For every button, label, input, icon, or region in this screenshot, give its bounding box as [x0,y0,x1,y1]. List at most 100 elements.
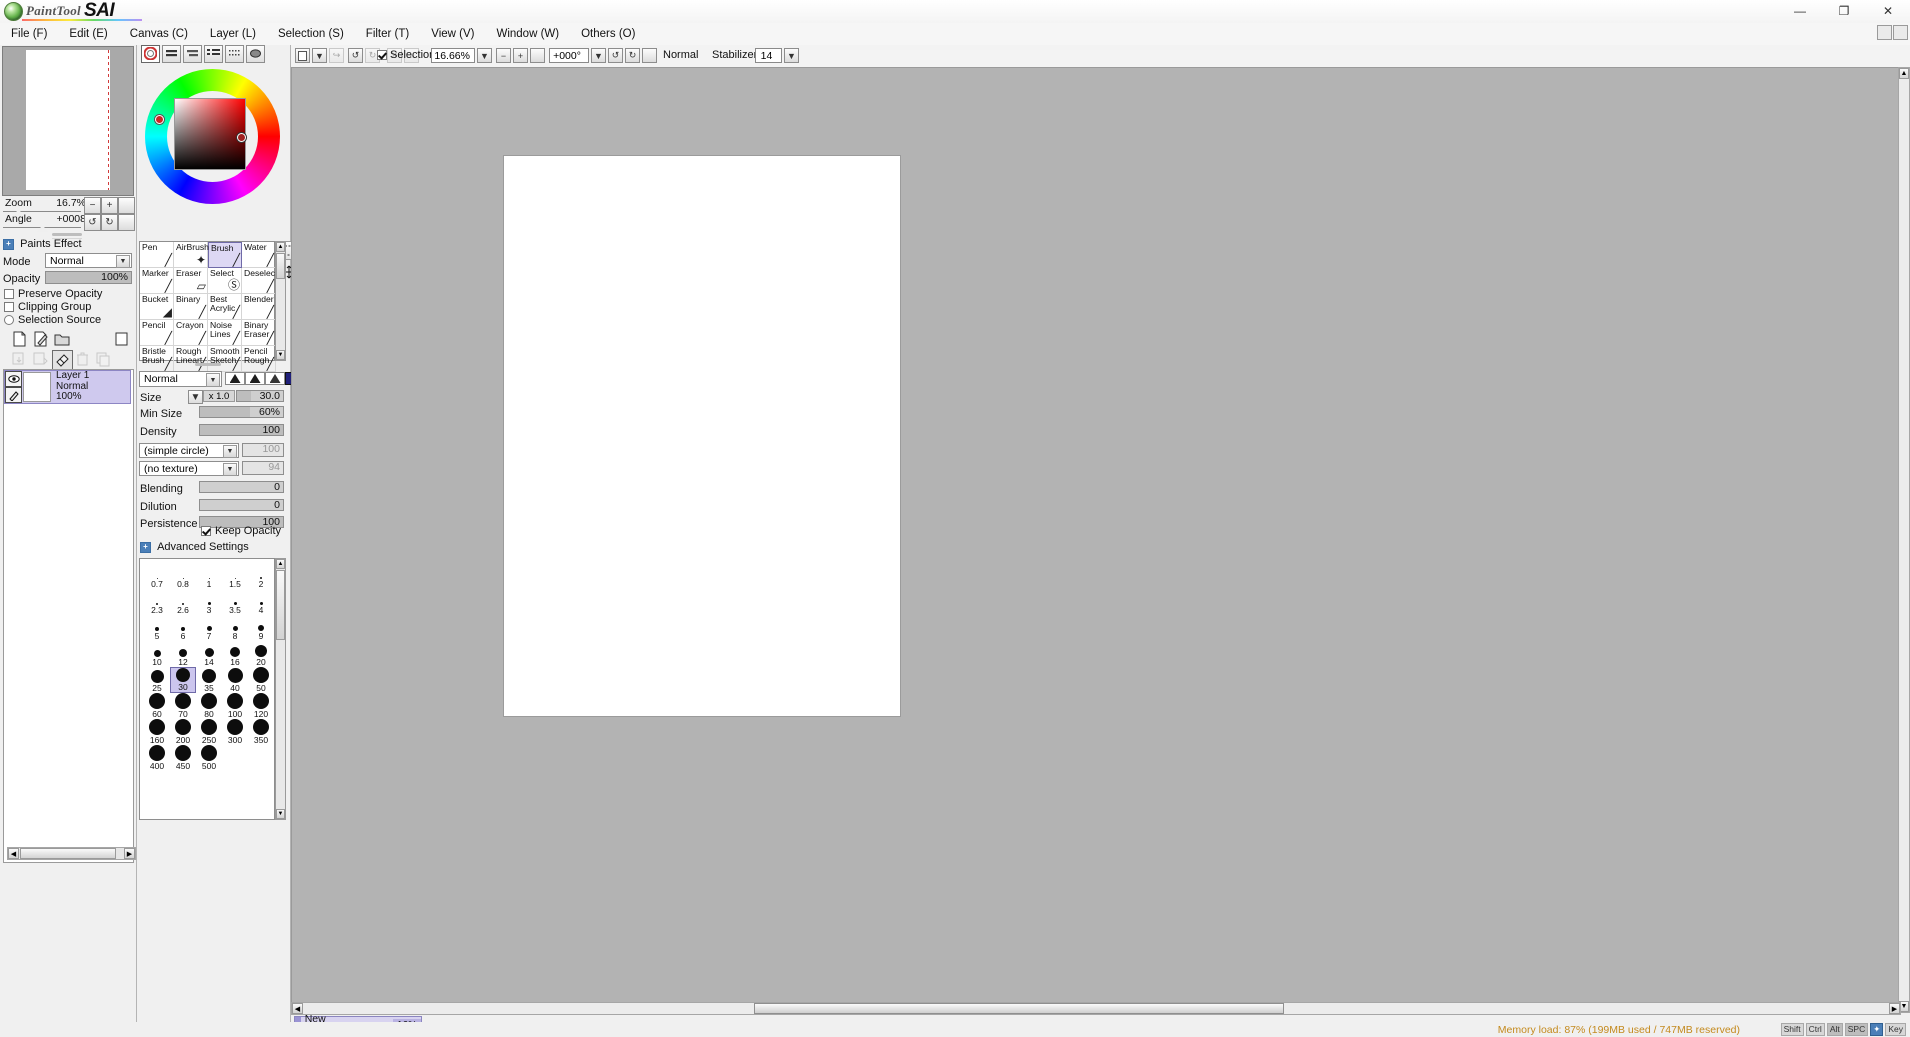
new-linework-layer-icon[interactable] [31,330,50,348]
brush-size-160[interactable]: 160 [144,719,170,745]
brush-size-8[interactable]: 8 [222,615,248,641]
menu-filter[interactable]: Filter (T) [355,25,420,43]
brush-size-100[interactable]: 100 [222,693,248,719]
scroll-left-icon[interactable]: ◀ [292,1003,303,1014]
canvas-zoom-out-button[interactable]: − [496,48,511,63]
tool-bristle-brush[interactable]: Bristle Brush╱ [140,346,174,372]
brush-size-1[interactable]: 1 [196,563,222,589]
tool-scroll-thumb[interactable] [276,253,285,279]
clear-layer-icon[interactable] [52,350,73,370]
brush-size-scroll-thumb[interactable] [276,570,285,640]
tool-eraser[interactable]: Eraser▱ [174,268,208,294]
rotate-reset-button[interactable] [118,214,135,231]
expand-plus-icon[interactable]: + [140,542,151,553]
chevron-down-icon[interactable]: ▼ [116,255,130,268]
zoom-in-button[interactable]: + [101,197,118,214]
new-canvas-button[interactable] [295,48,310,63]
brush-size-2.6[interactable]: 2.6 [170,589,196,615]
restore-panel-button[interactable] [1877,25,1892,40]
layer-visibility-eye-icon[interactable] [5,371,22,387]
scratch-tab[interactable] [246,45,265,63]
shape-amount-slider[interactable]: 100 [242,443,284,457]
close-panel-button[interactable] [1893,25,1908,40]
brush-size-450[interactable]: 450 [170,745,196,771]
layer-lock-pen-icon[interactable] [5,387,22,403]
brush-size-2[interactable]: 2 [248,563,274,589]
layer-list-hscrollbar[interactable]: ◀ ▶ [7,847,136,860]
scroll-down-icon[interactable]: ▼ [276,809,285,819]
brush-size-14[interactable]: 14 [196,641,222,667]
duplicate-layer-icon[interactable] [94,350,113,368]
tool-airbrush[interactable]: AirBrush✦ [174,242,208,268]
tool-brush[interactable]: Brush╱ [208,242,242,268]
brush-size-5[interactable]: 5 [144,615,170,641]
brush-size-3[interactable]: 3 [196,589,222,615]
scroll-right-icon[interactable]: ▶ [124,848,135,859]
brush-texture-select[interactable]: (no texture) ▼ [139,461,239,476]
zoom-dropdown-button[interactable]: ▼ [477,48,492,63]
tool-pencil-rough[interactable]: Pencil Rough╱ [242,346,276,372]
brush-size-0.7[interactable]: 0.7 [144,563,170,589]
brush-size-200[interactable]: 200 [170,719,196,745]
hue-marker[interactable] [155,115,164,124]
texture-amount-slider[interactable]: 94 [242,461,284,475]
canvas-viewport[interactable] [291,67,1901,1013]
brush-shape-select[interactable]: (simple circle) ▼ [139,443,239,458]
brush-size-80[interactable]: 80 [196,693,222,719]
opacity-slider[interactable]: 100% [45,271,132,284]
advanced-settings-section[interactable]: + Advanced Settings [140,541,249,553]
hsv-slider-tab[interactable] [183,45,202,63]
blend-normal-icon[interactable] [225,372,245,385]
rgb-slider-tab[interactable] [162,45,181,63]
brush-size-0.8[interactable]: 0.8 [170,563,196,589]
blend-screen-icon[interactable] [265,372,285,385]
brush-size-70[interactable]: 70 [170,693,196,719]
menu-window[interactable]: Window (W) [485,25,570,43]
density-slider[interactable]: 100 [199,424,284,436]
menu-others[interactable]: Others (O) [570,25,646,43]
paints-mode-select[interactable]: Normal ▼ [45,253,132,268]
merge-layer-icon[interactable] [31,350,50,368]
brush-size-30[interactable]: 30 [170,667,196,693]
sv-marker[interactable] [237,133,246,142]
brush-size-10[interactable]: 10 [144,641,170,667]
undo-button[interactable]: ↺ [348,48,363,63]
canvas-rotate-reset-button[interactable] [642,48,657,63]
tool-panel-grip[interactable] [195,363,221,366]
paints-effect-section[interactable]: + Paints Effect [3,238,82,250]
canvas-page[interactable] [504,156,900,716]
tool-bucket[interactable]: Bucket◢ [140,294,174,320]
size-slider[interactable]: 30.0 [236,390,284,402]
brush-size-16[interactable]: 16 [222,641,248,667]
minimize-button[interactable]: — [1778,0,1822,22]
rotate-left-button[interactable]: ↺ [84,214,101,231]
delete-layer-icon[interactable] [73,350,92,368]
tool-marker[interactable]: Marker╱ [140,268,174,294]
brush-size-400[interactable]: 400 [144,745,170,771]
blend-multiply-icon[interactable] [245,372,265,385]
new-folder-icon[interactable] [52,330,71,348]
color-wheel-tab[interactable] [141,45,160,63]
brush-size-6[interactable]: 6 [170,615,196,641]
menu-edit[interactable]: Edit (E) [58,25,118,43]
stabilizer-value[interactable]: 14 [755,48,782,63]
brush-size-60[interactable]: 60 [144,693,170,719]
layer-scroll-thumb[interactable] [20,848,116,859]
menu-file[interactable]: File (F) [0,25,58,43]
preserve-opacity-checkbox[interactable] [4,289,14,299]
canvas-rotate-left-button[interactable]: ↺ [608,48,623,63]
layer-row[interactable]: Layer 1 Normal 100% [4,370,131,404]
angle-dropdown-button[interactable]: ▼ [591,48,606,63]
zoom-out-button[interactable]: − [84,197,101,214]
tool-crayon[interactable]: Crayon╱ [174,320,208,346]
selection-source-radio[interactable] [4,315,14,325]
menu-view[interactable]: View (V) [420,25,485,43]
clipping-group-checkbox[interactable] [4,302,14,312]
blending-slider[interactable]: 0 [199,481,284,493]
expand-plus-icon[interactable]: + [3,239,14,250]
brush-size-40[interactable]: 40 [222,667,248,693]
brush-size-scrollbar[interactable]: ▲ ▼ [275,558,286,820]
size-scale-toggle[interactable]: ▼ [188,390,203,404]
canvas-blend-mode-label[interactable]: Normal [663,49,698,61]
tool-pen[interactable]: Pen╱ [140,242,174,268]
